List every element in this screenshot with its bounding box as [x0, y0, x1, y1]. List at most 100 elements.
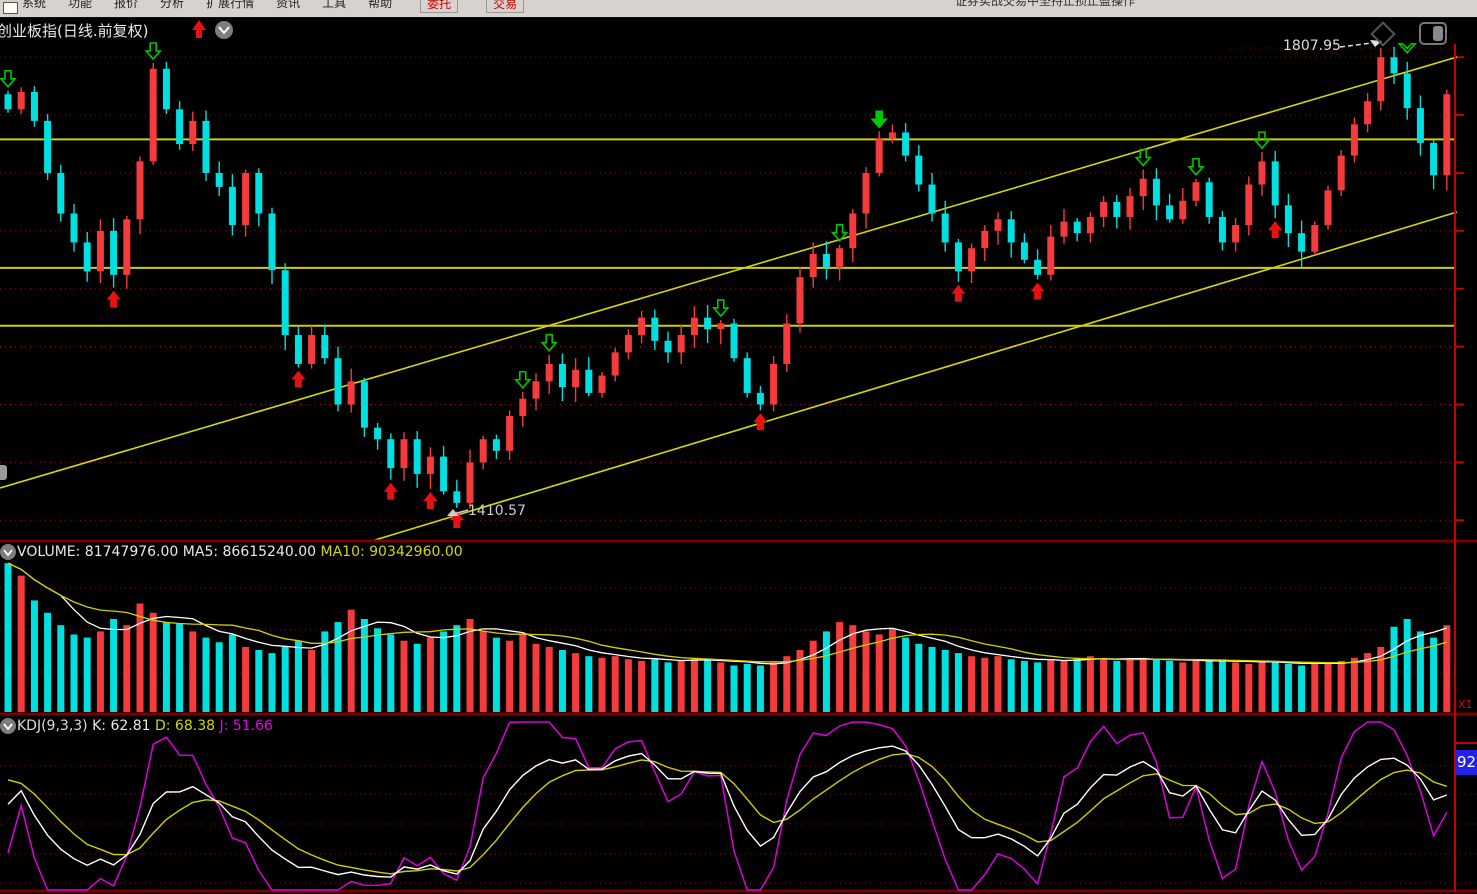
candle-body: [889, 132, 896, 138]
candle-body: [348, 381, 355, 404]
chevron-down-icon[interactable]: [4, 724, 12, 729]
candle-body: [31, 92, 38, 121]
candle-body: [533, 381, 540, 398]
candle-body: [1245, 185, 1252, 226]
candle-body: [691, 318, 698, 335]
low-label-arrow: [450, 510, 468, 515]
candle-body: [203, 121, 210, 173]
candle-body: [572, 370, 579, 387]
candle-body: [876, 138, 883, 173]
menu-hot-item-0[interactable]: 委托: [420, 0, 458, 13]
chevron-down-icon[interactable]: [219, 27, 229, 33]
candle-body: [1325, 190, 1332, 225]
menu-items: 系统 功能 报价 分析 扩展行情 资讯 工具 帮助 委托 交易: [22, 0, 524, 13]
volume-bar: [704, 659, 711, 712]
sell-arrow-icon: [714, 300, 728, 316]
candle-body: [123, 219, 130, 275]
volume-bar: [374, 628, 381, 712]
menu-item-3[interactable]: 分析: [160, 0, 184, 13]
volume-bar: [269, 653, 276, 712]
low-price-label: 1410.57: [468, 503, 526, 519]
volume-bar: [1021, 661, 1028, 712]
candle-body: [955, 242, 962, 271]
buy-arrow-icon: [1268, 221, 1282, 238]
menu-item-4[interactable]: 扩展行情: [206, 0, 254, 13]
sell-arrow-icon: [1255, 132, 1269, 148]
candle-body: [295, 335, 302, 364]
candle-body: [559, 364, 566, 387]
volume-bar: [1100, 659, 1107, 712]
split-view-icon[interactable]: [1420, 23, 1446, 44]
candle-body: [18, 92, 25, 109]
volume-bar: [401, 641, 408, 712]
candle-body: [810, 254, 817, 277]
candle-body: [1430, 143, 1437, 175]
candle-body: [1193, 182, 1200, 201]
volume-bar: [691, 658, 698, 712]
volume-bar: [282, 647, 289, 712]
candle-body: [1166, 205, 1173, 219]
candle-body: [995, 219, 1002, 231]
volume-value: VOLUME: 81747976.00: [17, 544, 178, 560]
candle-body: [467, 462, 474, 503]
volume-bar: [625, 659, 632, 712]
candle-body: [374, 428, 381, 440]
sell-chevron-icon: [1399, 44, 1415, 53]
menu-item-1[interactable]: 功能: [68, 0, 92, 13]
menu-hot-item-1[interactable]: 交易: [486, 0, 524, 13]
sell-arrow-icon: [146, 43, 160, 59]
candle-body: [189, 121, 196, 144]
volume-bar: [810, 641, 817, 712]
marquee-text: 证券实战交易中坚持止损止盈操作: [955, 0, 1135, 9]
title-collapse-circle[interactable]: [215, 21, 233, 39]
kdj-d-value: D: 68.38: [155, 718, 215, 734]
candle-body: [546, 364, 553, 381]
volume-bar: [955, 653, 962, 712]
menu-item-5[interactable]: 资讯: [276, 0, 300, 13]
candle-body: [1179, 201, 1186, 220]
volume-ma10: MA10: 90342960.00: [321, 544, 463, 560]
volume-bar: [559, 650, 566, 712]
volume-bar: [242, 647, 249, 712]
volume-bar: [546, 647, 553, 712]
window-icon[interactable]: [3, 2, 18, 14]
volume-bar: [1364, 653, 1371, 712]
buy-arrow-icon: [423, 492, 437, 509]
volume-bar: [203, 638, 210, 712]
candle-body: [176, 109, 183, 144]
volume-bar: [321, 631, 328, 712]
volume-bar: [1417, 631, 1424, 712]
menu-item-0[interactable]: 系统: [22, 0, 46, 13]
volume-bar: [18, 576, 25, 712]
left-edge-handle[interactable]: [0, 465, 7, 480]
candle-body: [1259, 161, 1266, 184]
volume-indicator-row: VOLUME: 81747976.00 MA5: 86615240.00 MA1…: [17, 544, 463, 560]
menu-item-7[interactable]: 帮助: [368, 0, 392, 13]
menu-item-6[interactable]: 工具: [322, 0, 346, 13]
volume-bar: [123, 625, 130, 712]
volume-bar: [176, 624, 183, 712]
chevron-down-icon[interactable]: [4, 550, 12, 555]
candle-body: [1311, 225, 1318, 252]
candle-body: [1153, 179, 1160, 206]
diamond-icon[interactable]: [1372, 23, 1395, 46]
volume-bar: [453, 625, 460, 712]
trend-up-icon[interactable]: [192, 20, 206, 38]
candle-body: [612, 352, 619, 375]
volume-bar: [1325, 662, 1332, 712]
candle-body: [1113, 202, 1120, 217]
kdj-collapse-circle[interactable]: [0, 718, 16, 734]
menu-item-2[interactable]: 报价: [114, 0, 138, 13]
volume-bar: [678, 661, 685, 712]
chart-canvas[interactable]: [0, 0, 1477, 894]
volume-bar: [638, 661, 645, 712]
volume-bar: [599, 658, 606, 712]
volume-bar: [717, 662, 724, 712]
sell-arrow-icon: [1, 71, 15, 87]
volume-bar: [216, 642, 223, 712]
volume-collapse-circle[interactable]: [0, 544, 16, 560]
buy-arrow-icon: [450, 511, 464, 528]
volume-bar: [902, 638, 909, 712]
volume-bar: [110, 619, 117, 712]
candle-body: [308, 335, 315, 364]
